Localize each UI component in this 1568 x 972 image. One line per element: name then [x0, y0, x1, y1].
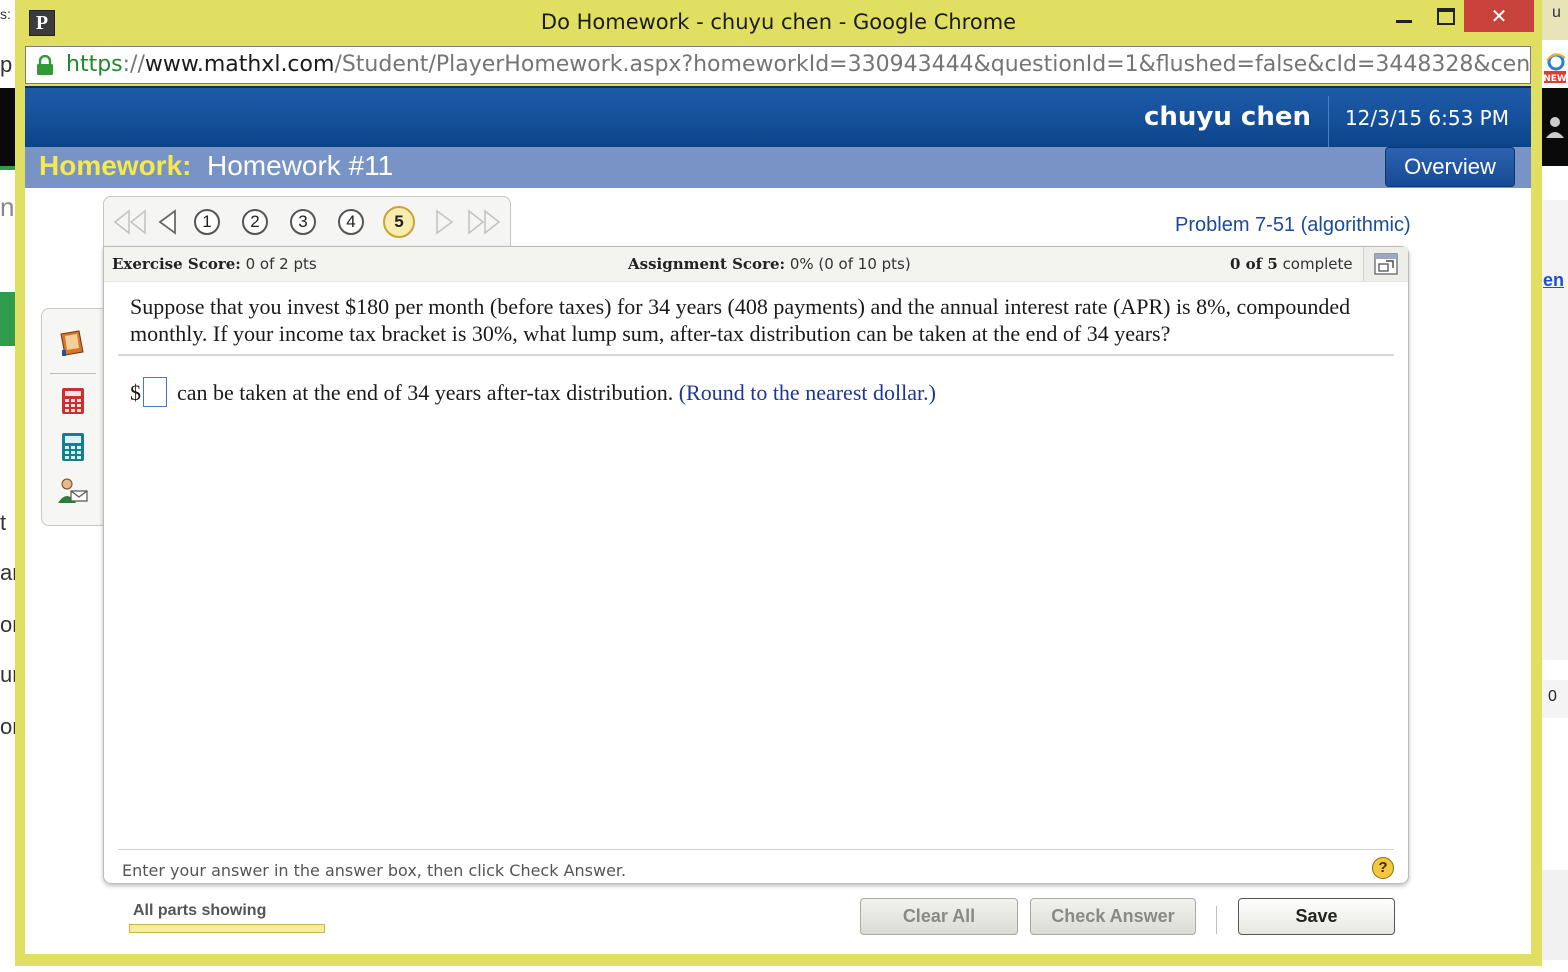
- window-title: Do Homework - chuyu chen - Google Chrome: [540, 10, 1017, 34]
- last-question-icon[interactable]: [466, 209, 502, 235]
- expand-view-button[interactable]: [1363, 247, 1408, 281]
- lock-icon: [37, 55, 53, 75]
- url-separator: ://: [122, 52, 145, 77]
- assignment-score: Assignment Score: 0% (0 of 10 pts): [628, 255, 911, 273]
- question-5-button[interactable]: 5: [383, 206, 415, 238]
- assignment-score-label: Assignment Score:: [628, 255, 786, 273]
- question-separator: [118, 354, 1394, 356]
- close-icon: ✕: [1490, 4, 1508, 28]
- header-divider: [1328, 96, 1329, 148]
- graphing-calculator-icon: [62, 433, 84, 461]
- problem-id: Problem 7-51 (algorithmic): [1175, 214, 1411, 236]
- dollar-sign: $: [130, 380, 141, 405]
- background-panel: [1542, 200, 1568, 660]
- parts-showing-label: All parts showing: [133, 902, 267, 919]
- question-text: Suppose that you invest $180 per month (…: [130, 294, 1351, 346]
- background-link: en: [1543, 270, 1565, 290]
- exercise-score-label: Exercise Score:: [112, 255, 241, 273]
- tool-sidebar: [41, 308, 103, 526]
- completion-status: 0 of 5 complete: [1230, 255, 1353, 273]
- background-text: p: [0, 52, 13, 77]
- maximize-icon: [1437, 7, 1455, 25]
- chrome-window: P Do Homework - chuyu chen - Google Chro…: [15, 0, 1542, 966]
- ask-instructor-tool[interactable]: [57, 475, 89, 507]
- user-name: chuyu chen: [1143, 102, 1311, 132]
- answer-line: $ can be taken at the end of 34 years aft…: [130, 377, 936, 407]
- clear-all-button[interactable]: Clear All: [860, 898, 1018, 935]
- calculator-icon: [62, 388, 84, 414]
- button-separator: [1216, 906, 1217, 934]
- instruction-text: Enter your answer in the answer box, the…: [122, 861, 627, 880]
- exercise-score: Exercise Score: 0 of 2 pts: [112, 255, 317, 273]
- background-dark-bar: [1542, 88, 1568, 166]
- assignment-score-value: 0% (0 of 10 pts): [789, 255, 911, 273]
- answer-input[interactable]: [143, 377, 167, 407]
- user-silhouette-icon: [1546, 117, 1564, 138]
- textbook-icon: [60, 330, 84, 356]
- homework-bar: Homework: Homework #11 Overview: [25, 147, 1531, 188]
- background-text: u: [1552, 4, 1561, 21]
- previous-question-icon[interactable]: [156, 209, 178, 235]
- page-content: chuyu chen 12/3/15 6:53 PM Homework: Hom…: [25, 86, 1531, 954]
- completion-label: complete: [1282, 255, 1353, 273]
- url-path: /Student/PlayerHomework.aspx?homeworkId=…: [334, 52, 1531, 77]
- minimize-button[interactable]: [1387, 0, 1421, 32]
- question-navigator: 1 2 3 4 5: [103, 196, 511, 246]
- help-icon[interactable]: ?: [1372, 857, 1394, 879]
- check-answer-button[interactable]: Check Answer: [1030, 898, 1196, 935]
- instruction-separator: [118, 849, 1394, 850]
- completion-count: 0 of 5: [1230, 255, 1278, 273]
- window-titlebar[interactable]: P Do Homework - chuyu chen - Google Chro…: [15, 0, 1542, 44]
- background-window-right: u NEW en 0: [1542, 0, 1568, 972]
- parts-progress-bar: [129, 924, 325, 933]
- background-panel: [1542, 870, 1568, 960]
- exercise-score-value: 0 of 2 pts: [245, 255, 317, 273]
- next-question-icon[interactable]: [434, 209, 456, 235]
- calculator-tool[interactable]: [57, 385, 89, 417]
- expand-icon: [1374, 253, 1398, 275]
- answer-suffix-text: can be taken at the end of 34 years afte…: [177, 380, 674, 405]
- question-1-button[interactable]: 1: [194, 209, 220, 235]
- url-host: www.mathxl.com: [144, 52, 335, 77]
- background-green-block: [0, 292, 16, 346]
- homework-label: Homework:: [39, 150, 192, 181]
- question-4-button[interactable]: 4: [338, 209, 364, 235]
- date-time: 12/3/15 6:53 PM: [1344, 106, 1509, 130]
- score-bar: Exercise Score: 0 of 2 pts Assignment Sc…: [104, 247, 1408, 282]
- first-question-icon[interactable]: [112, 209, 148, 235]
- save-button[interactable]: Save: [1238, 898, 1395, 935]
- question-3-button[interactable]: 3: [290, 209, 316, 235]
- address-bar[interactable]: https://www.mathxl.com/Student/PlayerHom…: [25, 46, 1531, 84]
- overview-button[interactable]: Overview: [1385, 147, 1515, 187]
- ask-instructor-icon: [58, 478, 88, 503]
- close-button[interactable]: ✕: [1464, 0, 1534, 32]
- exercise-panel: Exercise Score: 0 of 2 pts Assignment Sc…: [103, 246, 1409, 884]
- homework-name: Homework #11: [207, 150, 394, 181]
- textbook-tool[interactable]: [57, 327, 89, 359]
- ie-new-icon: NEW: [1544, 53, 1566, 84]
- url-protocol: https: [66, 52, 123, 77]
- new-badge-text: NEW: [1544, 74, 1566, 84]
- graphing-calculator-tool[interactable]: [57, 431, 89, 463]
- minimize-icon: [1396, 19, 1412, 23]
- background-text: t: [0, 510, 7, 535]
- maximize-button[interactable]: [1429, 0, 1463, 32]
- tool-separator: [50, 373, 96, 374]
- question-2-button[interactable]: 2: [242, 209, 268, 235]
- mathxl-header: chuyu chen 12/3/15 6:53 PM: [25, 86, 1531, 148]
- url-text: https://www.mathxl.com/Student/PlayerHom…: [66, 52, 1531, 77]
- background-text: 0: [1548, 688, 1557, 705]
- rounding-hint: (Round to the nearest dollar.): [678, 380, 936, 405]
